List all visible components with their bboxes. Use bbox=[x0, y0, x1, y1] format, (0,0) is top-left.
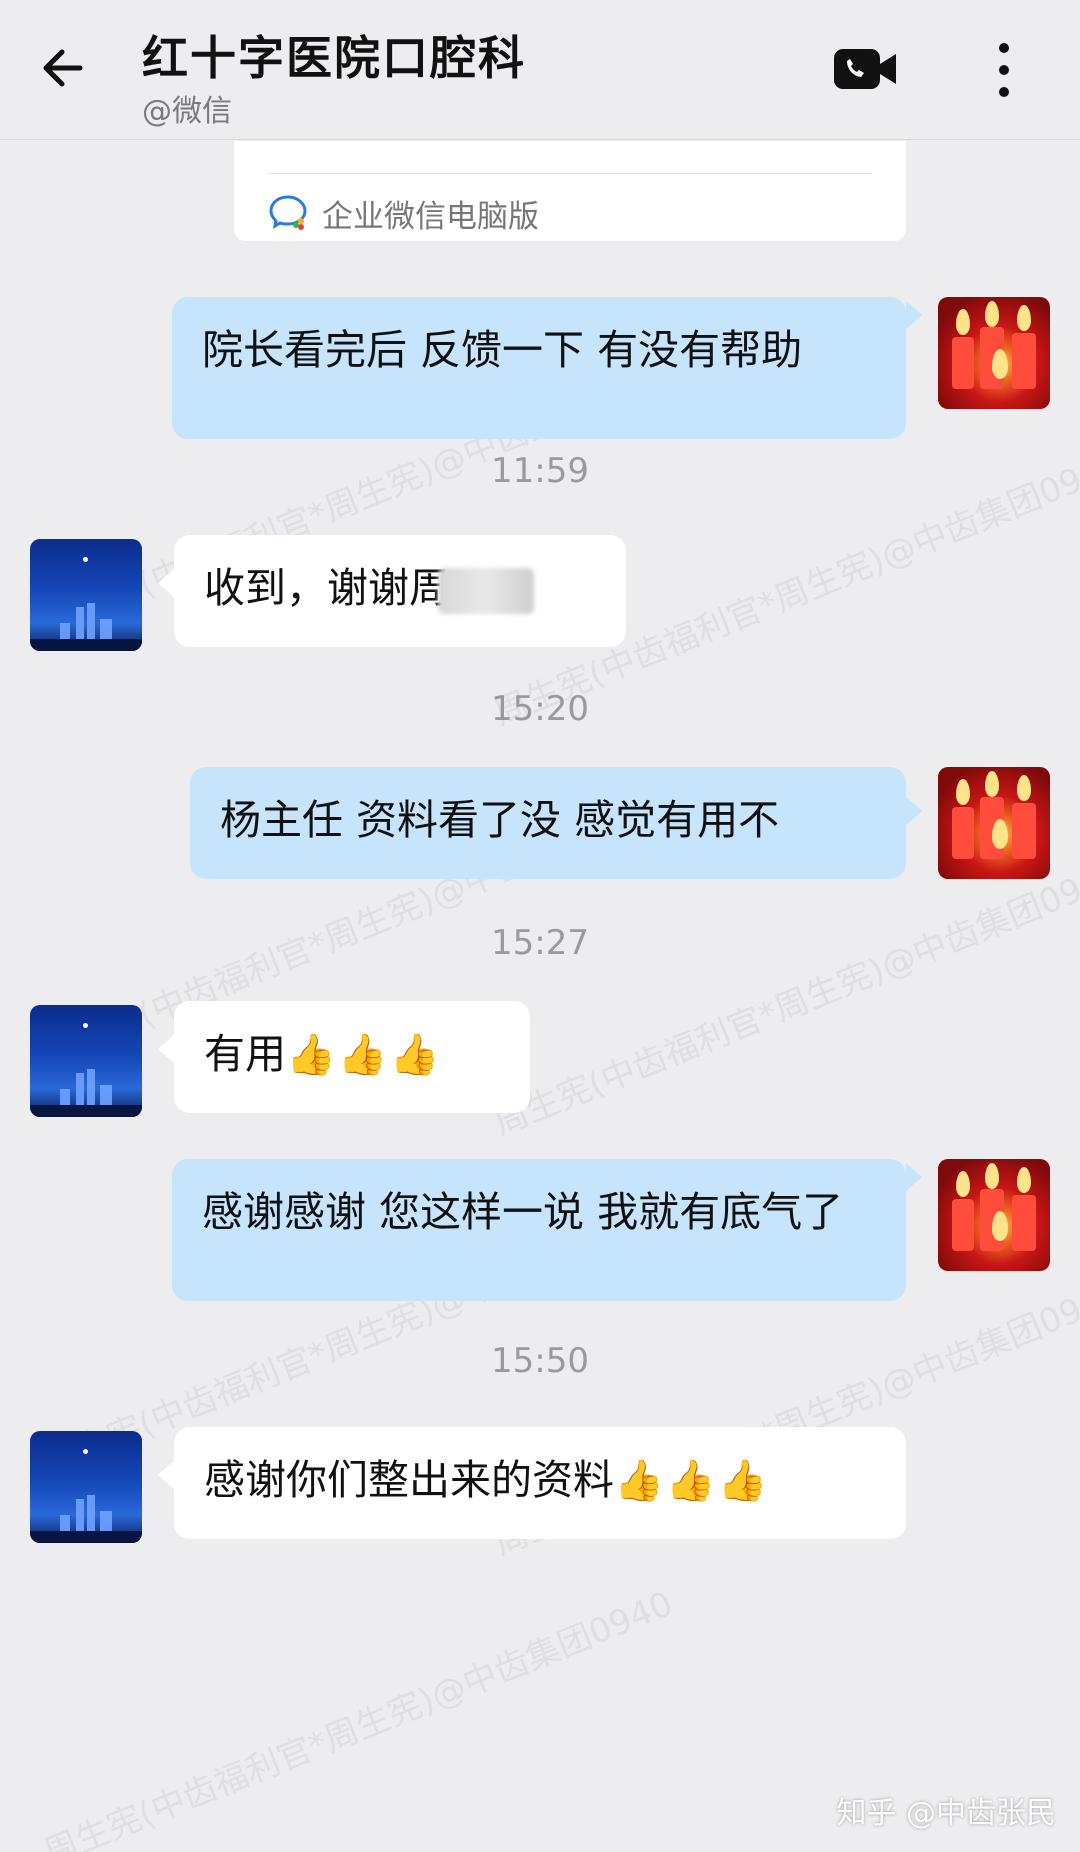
chat-area[interactable]: 周生宪(中齿福利官*周生宪)@中齿集团0940 周生宪(中齿福利官*周生宪)@中… bbox=[0, 141, 1080, 1852]
chat-header: 红十字医院口腔科 @微信 bbox=[0, 0, 1080, 140]
bubble-tail bbox=[158, 1035, 174, 1063]
message-text: 收到，谢谢周 bbox=[204, 564, 450, 612]
bubble-tail bbox=[906, 797, 922, 825]
avatar-contact[interactable] bbox=[30, 1005, 142, 1117]
chat-title: 红十字医院口腔科 bbox=[142, 31, 526, 85]
avatar-self[interactable] bbox=[938, 1159, 1050, 1271]
avatar-contact[interactable] bbox=[30, 539, 142, 651]
watermark: 周生宪(中齿福利官*周生宪)@中齿集团0940 bbox=[488, 853, 1080, 1144]
avatar-contact[interactable] bbox=[30, 1431, 142, 1543]
card-divider bbox=[268, 173, 872, 174]
bubble-tail bbox=[906, 1163, 922, 1191]
redacted-text bbox=[438, 568, 534, 614]
avatar-self[interactable] bbox=[938, 297, 1050, 409]
message-text: 感谢感谢 您这样一说 我就有底气了 bbox=[202, 1188, 844, 1236]
chat-subtitle: @微信 bbox=[142, 94, 232, 129]
more-options-icon[interactable] bbox=[984, 38, 1024, 102]
message-text: 有用 bbox=[204, 1030, 286, 1078]
source-watermark: 知乎 @中齿张民 bbox=[836, 1796, 1056, 1831]
message-text: 感谢你们整出来的资料 bbox=[204, 1456, 614, 1504]
message-bubble-self[interactable]: 杨主任 资料看了没 感觉有用不 bbox=[190, 767, 906, 879]
timestamp: 11:59 bbox=[491, 451, 589, 491]
card-source-label: 企业微信电脑版 bbox=[322, 199, 539, 235]
shared-card[interactable]: 企业微信电脑版 bbox=[234, 141, 906, 241]
back-arrow-icon[interactable] bbox=[36, 38, 96, 98]
avatar-self[interactable] bbox=[938, 767, 1050, 879]
bubble-tail bbox=[158, 569, 174, 597]
wecom-icon bbox=[269, 195, 307, 230]
timestamp: 15:20 bbox=[491, 689, 589, 729]
message-bubble-contact[interactable]: 感谢你们整出来的资料👍👍👍 bbox=[174, 1427, 906, 1539]
message-text: 杨主任 资料看了没 感觉有用不 bbox=[220, 796, 780, 844]
thumbs-up-emoji: 👍👍👍 bbox=[614, 1458, 770, 1504]
message-bubble-self[interactable]: 感谢感谢 您这样一说 我就有底气了 bbox=[172, 1159, 906, 1301]
message-bubble-contact[interactable]: 有用👍👍👍 bbox=[174, 1001, 530, 1113]
thumbs-up-emoji: 👍👍👍 bbox=[286, 1032, 442, 1078]
watermark: 周生宪(中齿福利官*周生宪)@中齿集团0940 bbox=[38, 1583, 679, 1852]
timestamp: 15:27 bbox=[491, 923, 589, 963]
video-call-icon[interactable] bbox=[832, 44, 898, 94]
timestamp: 15:50 bbox=[491, 1341, 589, 1381]
message-bubble-self[interactable]: 院长看完后 反馈一下 有没有帮助 bbox=[172, 297, 906, 439]
bubble-tail bbox=[906, 301, 922, 329]
message-bubble-contact[interactable]: 收到，谢谢周 bbox=[174, 535, 626, 647]
bubble-tail bbox=[158, 1461, 174, 1489]
message-text: 院长看完后 反馈一下 有没有帮助 bbox=[202, 326, 803, 374]
